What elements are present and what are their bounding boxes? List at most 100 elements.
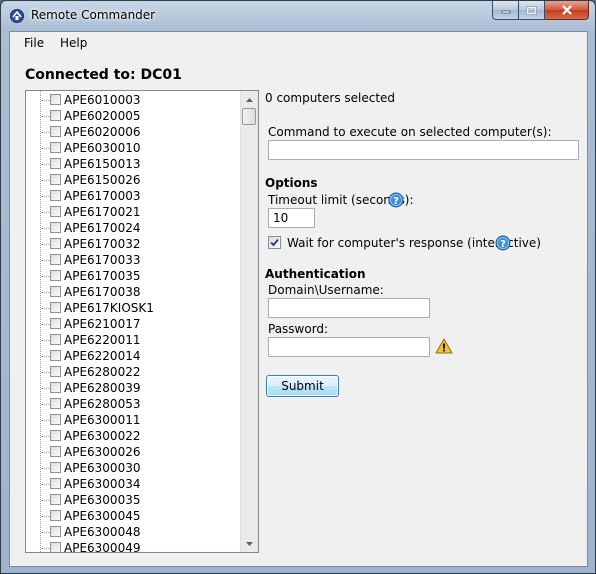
computer-tree-item[interactable]: APE6020005 [26,108,242,124]
computer-tree-item[interactable]: APE6300045 [26,508,242,524]
computer-checkbox[interactable] [50,446,61,457]
tree-connector [41,180,49,181]
tree-connector [41,484,49,485]
computer-checkbox[interactable] [50,398,61,409]
computer-tree-item[interactable]: APE6300049 [26,540,242,552]
computer-checkbox[interactable] [50,478,61,489]
computer-name: APE6300034 [64,477,141,491]
tree-connector [41,452,49,453]
tree-connector [41,436,49,437]
computer-name: APE6030010 [64,141,141,155]
computer-checkbox[interactable] [50,494,61,505]
computer-tree-item[interactable]: APE6300011 [26,412,242,428]
computer-checkbox[interactable] [50,126,61,137]
computer-checkbox[interactable] [50,366,61,377]
computer-checkbox[interactable] [50,254,61,265]
computer-checkbox[interactable] [50,318,61,329]
minimize-button[interactable] [492,1,519,20]
command-input[interactable] [268,140,579,160]
tree-connector [41,148,49,149]
computer-tree-item[interactable]: APE6210017 [26,316,242,332]
computer-tree-item[interactable]: APE6170003 [26,188,242,204]
computer-checkbox[interactable] [50,110,61,121]
computer-name: APE6220011 [64,333,141,347]
computer-checkbox[interactable] [50,206,61,217]
computer-tree-item[interactable]: APE6300022 [26,428,242,444]
computer-checkbox[interactable] [50,462,61,473]
close-button[interactable] [545,1,589,20]
computer-tree-item[interactable]: APE6300048 [26,524,242,540]
computer-tree-item[interactable]: APE6300026 [26,444,242,460]
computer-checkbox[interactable] [50,334,61,345]
computer-checkbox[interactable] [50,222,61,233]
computer-tree-item[interactable]: APE6150013 [26,156,242,172]
title-bar[interactable]: Remote Commander [1,1,595,31]
scroll-up-button[interactable] [241,91,258,108]
tree-connector [41,548,49,549]
computer-checkbox[interactable] [50,302,61,313]
tree-connector [41,516,49,517]
computer-name: APE6020005 [64,109,141,123]
wait-response-checkbox[interactable] [268,236,281,249]
maximize-button[interactable] [519,1,545,20]
timeout-input[interactable] [268,208,315,228]
warning-icon [435,338,453,354]
computer-tree-item[interactable]: APE6170021 [26,204,242,220]
menu-file[interactable]: File [24,36,44,50]
username-input[interactable] [268,298,430,318]
password-input[interactable] [268,337,430,357]
arrow-down-icon [246,541,253,546]
computer-checkbox[interactable] [50,94,61,105]
computer-checkbox[interactable] [50,174,61,185]
computer-tree-item[interactable]: APE6300030 [26,460,242,476]
connection-label: Connected to: DC01 [25,67,182,83]
computer-tree-item[interactable]: APE6030010 [26,140,242,156]
scroll-thumb[interactable] [242,108,256,125]
computer-checkbox[interactable] [50,270,61,281]
wait-response-help-icon[interactable]: ? [495,235,511,251]
computer-checkbox[interactable] [50,526,61,537]
computer-checkbox[interactable] [50,238,61,249]
computer-checkbox[interactable] [50,510,61,521]
tree-connector [41,244,49,245]
menu-help[interactable]: Help [60,36,87,50]
computer-tree-item[interactable]: APE6170024 [26,220,242,236]
computer-tree-item[interactable]: APE6170038 [26,284,242,300]
window-title: Remote Commander [31,8,156,22]
timeout-help-icon[interactable]: ? [388,192,404,208]
computer-checkbox[interactable] [50,382,61,393]
computer-checkbox[interactable] [50,350,61,361]
computer-name: APE6150026 [64,173,141,187]
computer-checkbox[interactable] [50,430,61,441]
computer-name: APE6300049 [64,541,141,552]
computer-tree-item[interactable]: APE6010003 [26,92,242,108]
computer-checkbox[interactable] [50,158,61,169]
computer-tree-item[interactable]: APE6150026 [26,172,242,188]
computer-tree-item[interactable]: APE6170033 [26,252,242,268]
computer-tree-item[interactable]: APE6170035 [26,268,242,284]
computer-tree-item[interactable]: APE6280022 [26,364,242,380]
computer-tree-item[interactable]: APE6300034 [26,476,242,492]
submit-button[interactable]: Submit [266,375,339,397]
tree-connector [41,292,49,293]
tree-connector [41,468,49,469]
scroll-down-button[interactable] [241,535,258,552]
client-area: File Help Connected to: DC01 APE6010003 A… [9,31,588,567]
computer-checkbox[interactable] [50,286,61,297]
computer-tree-item[interactable]: APE6280039 [26,380,242,396]
computer-name: APE6300035 [64,493,141,507]
computer-checkbox[interactable] [50,414,61,425]
computer-checkbox[interactable] [50,142,61,153]
menu-bar: File Help [10,32,587,54]
computer-tree-item[interactable]: APE6280053 [26,396,242,412]
computer-tree-item[interactable]: APE6170032 [26,236,242,252]
computer-tree-item[interactable]: APE617KIOSK1 [26,300,242,316]
computer-tree-item[interactable]: APE6220014 [26,348,242,364]
computer-checkbox[interactable] [50,190,61,201]
vertical-scrollbar[interactable] [240,91,258,552]
computer-checkbox[interactable] [50,542,61,552]
computer-tree[interactable]: APE6010003 APE6020005 APE6020006 APE6030010… [25,90,259,553]
computer-tree-item[interactable]: APE6300035 [26,492,242,508]
computer-tree-item[interactable]: APE6220011 [26,332,242,348]
computer-tree-item[interactable]: APE6020006 [26,124,242,140]
